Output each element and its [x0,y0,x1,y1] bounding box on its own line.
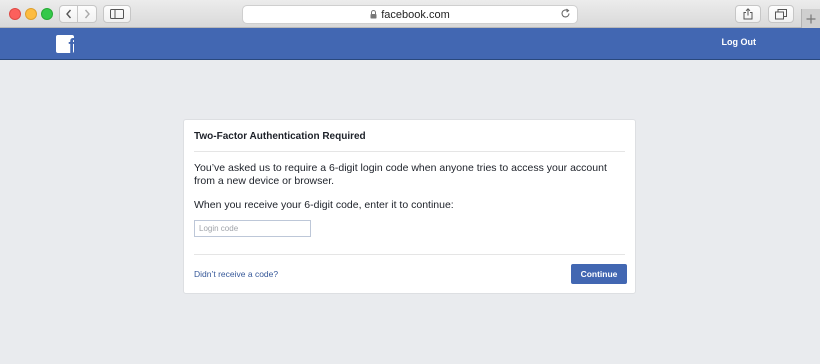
share-icon [743,8,753,20]
reload-icon[interactable] [560,8,571,19]
dialog-title: Two-Factor Authentication Required [194,131,366,142]
continue-button[interactable]: Continue [571,264,627,284]
address-bar[interactable]: facebook.com [242,5,578,24]
facebook-header: f Log Out [0,28,820,60]
lock-icon [370,10,377,19]
two-factor-dialog: Two-Factor Authentication Required You’v… [183,119,636,294]
login-code-input[interactable] [194,220,311,237]
close-window-button[interactable] [9,8,21,20]
show-tabs-button[interactable] [768,5,794,23]
facebook-logo[interactable]: f [56,35,74,53]
log-out-link[interactable]: Log Out [722,37,757,47]
resend-code-link[interactable]: Didn’t receive a code? [194,269,278,279]
forward-button[interactable] [78,5,97,23]
divider [194,254,625,255]
facebook-logo-letter: f [68,36,74,53]
minimize-window-button[interactable] [25,8,37,20]
plus-icon [806,14,816,23]
url-text: facebook.com [381,8,450,21]
back-button[interactable] [59,5,78,23]
share-button[interactable] [735,5,761,23]
zoom-window-button[interactable] [41,8,53,20]
chevron-left-icon [65,9,71,19]
sidebar-button[interactable] [103,5,131,23]
dialog-message: You’ve asked us to require a 6-digit log… [194,162,607,187]
tabs-icon [775,8,787,19]
dialog-instruction: When you receive your 6-digit code, ente… [194,199,454,211]
new-tab-button[interactable] [801,9,820,28]
chevron-right-icon [84,9,90,19]
browser-toolbar: facebook.com [0,0,820,28]
sidebar-icon [110,9,124,19]
divider [194,151,625,152]
